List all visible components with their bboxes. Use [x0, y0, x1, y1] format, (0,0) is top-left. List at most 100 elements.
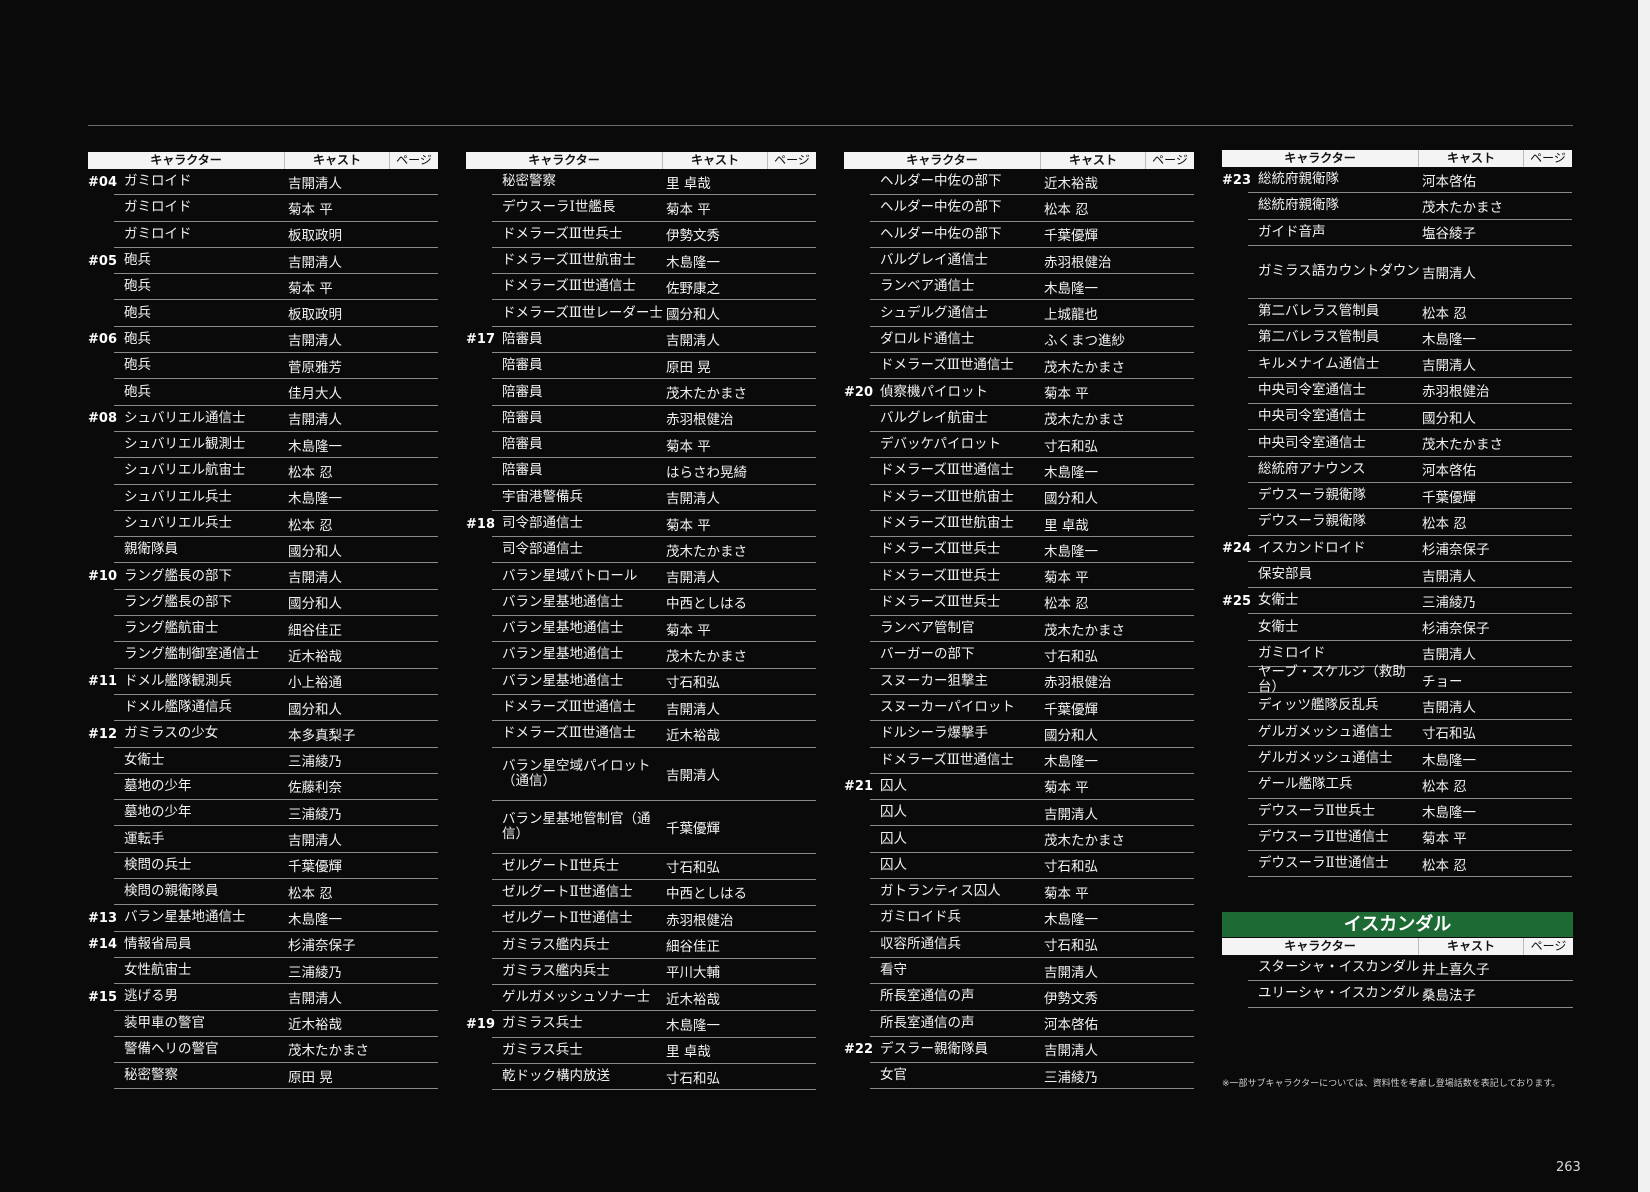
table-row: ゲール艦隊工兵 松本 忍: [1222, 772, 1572, 799]
character-name: スヌーカーパイロット: [880, 699, 1015, 716]
character-name: ドルシーラ爆撃手: [880, 725, 988, 742]
table-row: シュバリエル航宙士 松本 忍: [88, 458, 438, 485]
cast-name: 千葉優輝: [288, 859, 342, 876]
row-cells: ゼルグートⅡ世通信士 赤羽根健治: [492, 906, 816, 933]
row-cells: バルグレイ航宙士 茂木たかまさ: [870, 406, 1194, 432]
episode-number: #24: [1222, 541, 1251, 557]
table-row: 保安部員 吉開清人: [1222, 562, 1572, 589]
character-name: ガミラス兵士: [502, 1015, 583, 1032]
cast-name: 三浦綾乃: [1422, 594, 1476, 611]
character-name: 保安部員: [1258, 566, 1312, 582]
table-header: キャラクター キャスト ページ: [844, 152, 1194, 169]
table-row: #20 偵察機パイロット 菊本 平: [844, 379, 1194, 406]
character-name: 宇宙港警備兵: [502, 488, 583, 505]
table-row: 墓地の少年 佐藤利奈: [88, 774, 438, 801]
row-cells: 陪審員 茂木たかまさ: [492, 379, 816, 406]
character-name: イスカンドロイド: [1258, 539, 1366, 556]
row-cells: 保安部員 吉開清人: [1248, 562, 1572, 589]
cast-column-3: キャラクター キャスト ページ ヘルダー中佐の部下 近木裕哉 ヘルダー中佐の部下 松本 忍ヘ…: [844, 152, 1194, 1090]
row-cells: ドメラーズⅢ世通信士 佐野康之: [492, 274, 816, 301]
table-row: #19 ガミラス兵士 木島隆一: [466, 1011, 816, 1038]
table-row: #12 ガミラスの少女 本多真梨子: [88, 721, 438, 748]
cast-name: 伊勢文秀: [1044, 990, 1098, 1007]
cast-name: ふくまつ進紗: [1044, 333, 1125, 350]
table-row: #21 囚人 菊本 平: [844, 774, 1194, 801]
character-name: ガイド音声: [1258, 223, 1326, 240]
episode-number: #17: [466, 332, 495, 348]
table-row: ガミロイド兵 木島隆一: [844, 905, 1194, 932]
row-cells: ガミラス兵士 木島隆一: [492, 1011, 816, 1038]
cast-name: 木島隆一: [288, 911, 342, 928]
table-row: 陪審員 原田 晃: [466, 353, 816, 380]
row-cells: 乾ドック構内放送 寸石和弘: [492, 1064, 816, 1091]
row-cells: デウスーラ親衛隊 千葉優輝: [1248, 483, 1572, 510]
row-cells: スターシャ・イスカンダル 井上喜久子: [1248, 955, 1573, 982]
character-name: シュバリエル兵士: [124, 488, 232, 505]
character-name: ゼルグートⅡ世通信士: [502, 910, 633, 927]
row-cells: 囚人 菊本 平: [870, 774, 1194, 801]
row-cells: 第二バレラス管制員 松本 忍: [1248, 299, 1572, 326]
row-cells: 情報省局員 杉浦奈保子: [114, 932, 438, 958]
table-row: ガミラス語カウントダウン 吉開清人: [1222, 246, 1572, 299]
cast-name: 茂木たかまさ: [1044, 833, 1125, 850]
table-row: ダロルド通信士 ふくまつ進紗: [844, 327, 1194, 354]
cast-name: 河本啓佑: [1422, 463, 1476, 480]
table-row: 砲兵 菊本 平: [88, 274, 438, 301]
table-row: #25 女衛士 三浦綾乃: [1222, 588, 1572, 615]
episode-number: #19: [466, 1016, 495, 1032]
row-cells: 看守 吉開清人: [870, 958, 1194, 985]
row-cells: ゼルグートⅡ世兵士 寸石和弘: [492, 854, 816, 880]
character-name: シュバリエル航宙士: [124, 462, 246, 479]
character-name: 女衛士: [124, 751, 165, 768]
cast-name: 松本 忍: [288, 517, 333, 534]
row-cells: 囚人 吉開清人: [870, 800, 1194, 827]
cast-name: 千葉優輝: [1044, 701, 1098, 718]
episode-number: #11: [88, 674, 117, 690]
cast-name: 桑島法子: [1422, 987, 1476, 1004]
row-cells: 女衛士 三浦綾乃: [114, 748, 438, 774]
cast-name: 近木裕哉: [666, 727, 720, 744]
character-name: ドメラーズⅢ世通信士: [502, 278, 636, 295]
row-cells: 検問の親衛隊員 松本 忍: [114, 879, 438, 906]
table-row: ドメラーズⅢ世通信士 吉開清人: [466, 695, 816, 722]
character-name: デバッケパイロット: [880, 436, 1001, 453]
table-row: ドルシーラ爆撃手 國分和人: [844, 721, 1194, 748]
table-header: キャラクター キャスト ページ: [466, 152, 816, 169]
cast-name: 茂木たかまさ: [666, 386, 747, 403]
iscandar-section-title: イスカンダル: [1222, 912, 1573, 937]
table-row: 囚人 茂木たかまさ: [844, 826, 1194, 853]
character-name: ドメラーズⅢ世通信士: [880, 357, 1014, 374]
table-row: 中央司令室通信士 赤羽根健治: [1222, 378, 1572, 405]
cast-name: 平川大輔: [666, 965, 720, 982]
table-row: スターシャ・イスカンダル 井上喜久子: [1222, 955, 1573, 982]
character-name: 囚人: [880, 830, 907, 847]
character-name: ゲルガメッシュ通信士: [1258, 723, 1393, 740]
row-cells: ドメラーズⅢ世通信士 木島隆一: [870, 748, 1194, 774]
character-name: ユリーシャ・イスカンダル: [1258, 985, 1420, 1002]
row-cells: ドメラーズⅢ世兵士 松本 忍: [870, 590, 1194, 617]
character-name: 親衛隊員: [124, 541, 178, 558]
table-row: ガミラス兵士 里 卓哉: [466, 1038, 816, 1064]
table-row: 秘密警察 原田 晃: [88, 1063, 438, 1090]
episode-number: #06: [88, 332, 117, 348]
character-name: スヌーカー狙撃主: [880, 672, 988, 689]
cast-name: 里 卓哉: [666, 1044, 711, 1061]
character-name: バラン星空域パイロット（通信）: [502, 757, 651, 789]
row-cells: 陪審員 菊本 平: [492, 432, 816, 459]
episode-number: #04: [88, 174, 117, 190]
row-cells: ガミラス艦内兵士 細谷佳正: [492, 932, 816, 959]
table-row: #13 バラン星基地通信士 木島隆一: [88, 905, 438, 932]
table-row: ゼルグートⅡ世通信士 赤羽根健治: [466, 906, 816, 933]
character-name: キルメナイム通信士: [1258, 355, 1380, 372]
header-cast: キャスト: [1418, 938, 1523, 955]
table-row: ドメラーズⅢ世航宙士 里 卓哉: [844, 511, 1194, 538]
row-cells: 陪審員 はらさわ晃綺: [492, 458, 816, 485]
cast-name: 菊本 平: [288, 201, 333, 218]
row-cells: 総統府親衛隊 河本啓佑: [1248, 167, 1572, 194]
table-row: ドメラーズⅢ世兵士 木島隆一: [844, 537, 1194, 564]
character-name: バラン星基地通信士: [502, 646, 624, 663]
cast-name: 吉開清人: [1422, 568, 1476, 585]
cast-name: 吉開清人: [666, 491, 720, 508]
character-name: 囚人: [880, 856, 907, 873]
character-name: ヘルダー中佐の部下: [880, 225, 1002, 242]
